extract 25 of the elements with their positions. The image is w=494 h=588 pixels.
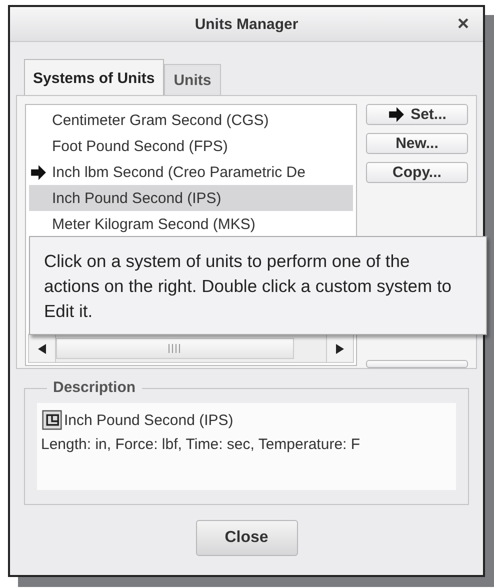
list-item[interactable]: Centimeter Gram Second (CGS) xyxy=(26,107,356,133)
tab[interactable]: Systems of Units xyxy=(24,59,164,95)
horizontal-scrollbar[interactable] xyxy=(28,334,354,363)
action-button[interactable]: New... xyxy=(366,133,468,154)
system-name: Inch Pound Second (IPS) xyxy=(64,412,234,428)
unit-system-icon xyxy=(41,409,63,431)
close-button[interactable]: × xyxy=(453,13,473,36)
close-dialog-button[interactable]: Close xyxy=(196,520,298,556)
scroll-right-icon[interactable] xyxy=(336,344,344,354)
tooltip: Click on a system of units to perform one of the actions on the right. Double click a custom system to Edit it. xyxy=(29,236,487,335)
arrow-icon xyxy=(388,106,405,123)
list-item[interactable]: Inch Pound Second (IPS) xyxy=(29,185,353,211)
hidden-button[interactable] xyxy=(366,360,468,368)
list-item[interactable]: Inch lbm Second (Creo Parametric De xyxy=(26,159,356,185)
action-button[interactable]: Set... xyxy=(366,104,468,125)
window-title: Units Manager xyxy=(194,16,298,32)
scroll-left-icon[interactable] xyxy=(38,344,46,354)
system-details: Length: in, Force: lbf, Time: sec, Temperature: F xyxy=(41,436,362,453)
grip-icon xyxy=(168,344,182,353)
group-legend: Description xyxy=(47,379,142,396)
action-button[interactable]: Copy... xyxy=(366,162,468,183)
tab[interactable]: Units xyxy=(164,64,222,95)
list-item[interactable]: Meter Kilogram Second (MKS) xyxy=(26,211,356,237)
list-item[interactable]: Foot Pound Second (FPS) xyxy=(26,133,356,159)
scroll-thumb[interactable] xyxy=(56,338,294,359)
